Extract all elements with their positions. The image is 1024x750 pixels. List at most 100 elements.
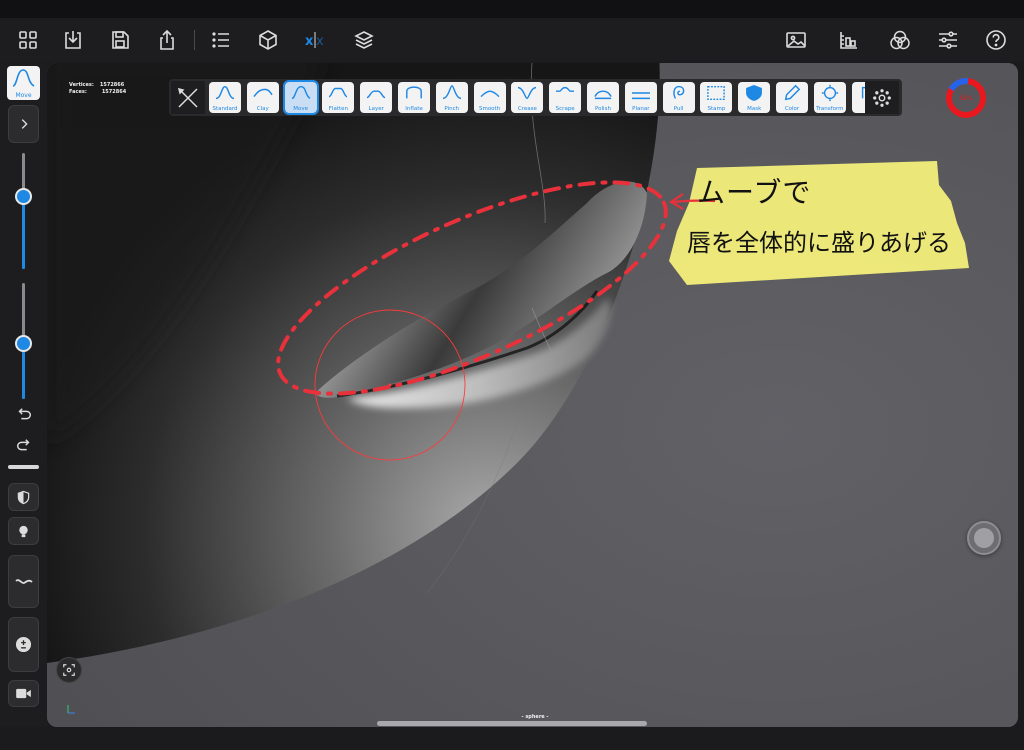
undo-button[interactable]: [12, 404, 36, 426]
undo-icon: [18, 408, 32, 420]
brush-toolbar-toggle[interactable]: [171, 81, 205, 114]
lightbulb-icon: [19, 525, 28, 537]
brush-flatten-icon: [329, 87, 348, 98]
brush-scrape-button[interactable]: Scrape: [549, 82, 582, 113]
grid-icon[interactable]: [14, 26, 42, 54]
sliders-icon[interactable]: [934, 26, 962, 54]
panel-expand-button[interactable]: [8, 105, 39, 143]
brush-inflate-icon: [406, 86, 422, 99]
brush-crease-button[interactable]: Crease: [511, 82, 544, 113]
brush-mask-button[interactable]: Mask: [738, 82, 771, 113]
brush-polish-button[interactable]: Polish: [587, 82, 619, 113]
mesh-name: - sphere -: [521, 714, 549, 720]
floating-action-button[interactable]: [967, 521, 1001, 555]
settings-dots-icon: [873, 88, 891, 107]
radius-slider-knob[interactable]: [15, 187, 32, 205]
brush-color-icon: [784, 84, 801, 101]
mask-shield-button[interactable]: [8, 483, 39, 511]
stroke-curve-button[interactable]: [8, 555, 39, 608]
brush-transform-button[interactable]: Transform: [813, 82, 846, 113]
brush-layer-button[interactable]: Layer: [360, 82, 393, 113]
brush-label: Crease: [517, 106, 537, 112]
frame-view-button[interactable]: [56, 657, 82, 683]
brush-label: Polish: [595, 106, 611, 112]
brush-label: Pinch: [444, 106, 460, 112]
brush-pinch-icon: [442, 85, 461, 100]
move-brush-icon: [12, 69, 35, 87]
annotation-line-2: 唇を全体的に盛りあげる: [687, 229, 951, 257]
brush-smooth-button[interactable]: Smooth: [473, 82, 506, 113]
brush-label: Inflate: [405, 106, 423, 112]
brush-inflate-button[interactable]: Inflate: [398, 82, 430, 113]
brush-label: Pull: [673, 106, 684, 112]
brush-pull-icon: [672, 85, 684, 99]
brush-toolbar: Standard Clay Move Flatten Layer Inflate Pinch…: [169, 79, 902, 116]
lighting-button[interactable]: [8, 517, 39, 545]
status-strip: [0, 0, 1024, 18]
bottom-strip: [0, 728, 1024, 750]
frame-icon: [63, 664, 75, 676]
toolbar-separator: [194, 30, 195, 50]
curve-icon: [14, 578, 33, 584]
left-tool-panel: Move: [0, 63, 47, 727]
brush-move-button[interactable]: Move: [282, 80, 319, 115]
video-camera-icon: [16, 688, 31, 699]
help-icon[interactable]: [982, 26, 1010, 54]
brush-move-icon: [291, 85, 311, 100]
brush-standard-button[interactable]: Standard: [209, 82, 241, 113]
brush-label: Standard: [212, 106, 238, 112]
redo-icon: [16, 439, 30, 451]
brush-mask-icon: [746, 85, 763, 101]
brush-smooth-icon: [480, 90, 500, 98]
brush-clay-icon: [253, 88, 273, 98]
brush-layer-icon: [366, 90, 386, 99]
download-icon[interactable]: [59, 26, 87, 54]
brush-label: Stamp: [707, 106, 726, 112]
brush-polish-icon: [594, 90, 612, 100]
brush-label: Move: [293, 106, 308, 112]
brush-planar-button[interactable]: Planar: [624, 82, 657, 113]
brush-flatten-button[interactable]: Flatten: [322, 82, 355, 113]
cube-icon[interactable]: [254, 26, 282, 54]
radius-slider-fill: [22, 195, 25, 269]
brush-label: Transform: [816, 106, 844, 112]
3d-viewport[interactable]: Vertices: 1572866 Faces: 1572864 ムーブで 唇を全体…: [47, 63, 1018, 727]
faces-value: 1572864: [101, 89, 127, 95]
save-icon[interactable]: [106, 26, 134, 54]
brush-pinch-button[interactable]: Pinch: [435, 82, 468, 113]
image-icon[interactable]: [782, 26, 810, 54]
current-tool-button[interactable]: Move: [7, 66, 40, 100]
symmetry-icon[interactable]: xx: [301, 26, 329, 54]
list-icon[interactable]: [207, 26, 235, 54]
brush-label: Scrape: [555, 106, 575, 112]
camera-button[interactable]: [8, 680, 39, 707]
annotation-line-1: ムーブで: [697, 176, 812, 209]
chevron-right-icon: [21, 119, 28, 129]
intensity-slider-knob[interactable]: [15, 335, 32, 353]
gauge-label: 62%: [959, 95, 973, 102]
layers-icon[interactable]: [350, 26, 378, 54]
brush-stamp-button[interactable]: Stamp: [700, 82, 733, 113]
mesh-stats: Vertices: 1572866 Faces: 1572864: [69, 82, 126, 96]
brush-color-button[interactable]: Color: [776, 82, 808, 113]
floating-button-inner: [974, 528, 994, 548]
ruler-icon[interactable]: [834, 26, 862, 54]
brush-pull-button[interactable]: Pull: [662, 82, 695, 113]
brush-clay-button[interactable]: Clay: [246, 82, 279, 113]
redo-button[interactable]: [12, 435, 36, 457]
sculpt-scene: [47, 63, 1018, 727]
svg-text:x: x: [305, 34, 314, 49]
color-circles-icon[interactable]: [886, 26, 914, 54]
sub-add-toggle-button[interactable]: [8, 617, 39, 672]
home-indicator[interactable]: [377, 721, 647, 726]
brush-transform-icon: [821, 84, 838, 102]
panel-divider: [8, 465, 39, 469]
brush-settings-button[interactable]: [865, 81, 899, 114]
share-icon[interactable]: [153, 26, 181, 54]
brush-label: Mask: [747, 106, 762, 112]
performance-gauge: 62%: [944, 76, 988, 120]
shield-icon: [17, 490, 30, 504]
brush-label: Flatten: [328, 106, 349, 112]
vertices-value: 1572866: [99, 82, 125, 88]
brush-scrape-icon: [556, 86, 575, 92]
